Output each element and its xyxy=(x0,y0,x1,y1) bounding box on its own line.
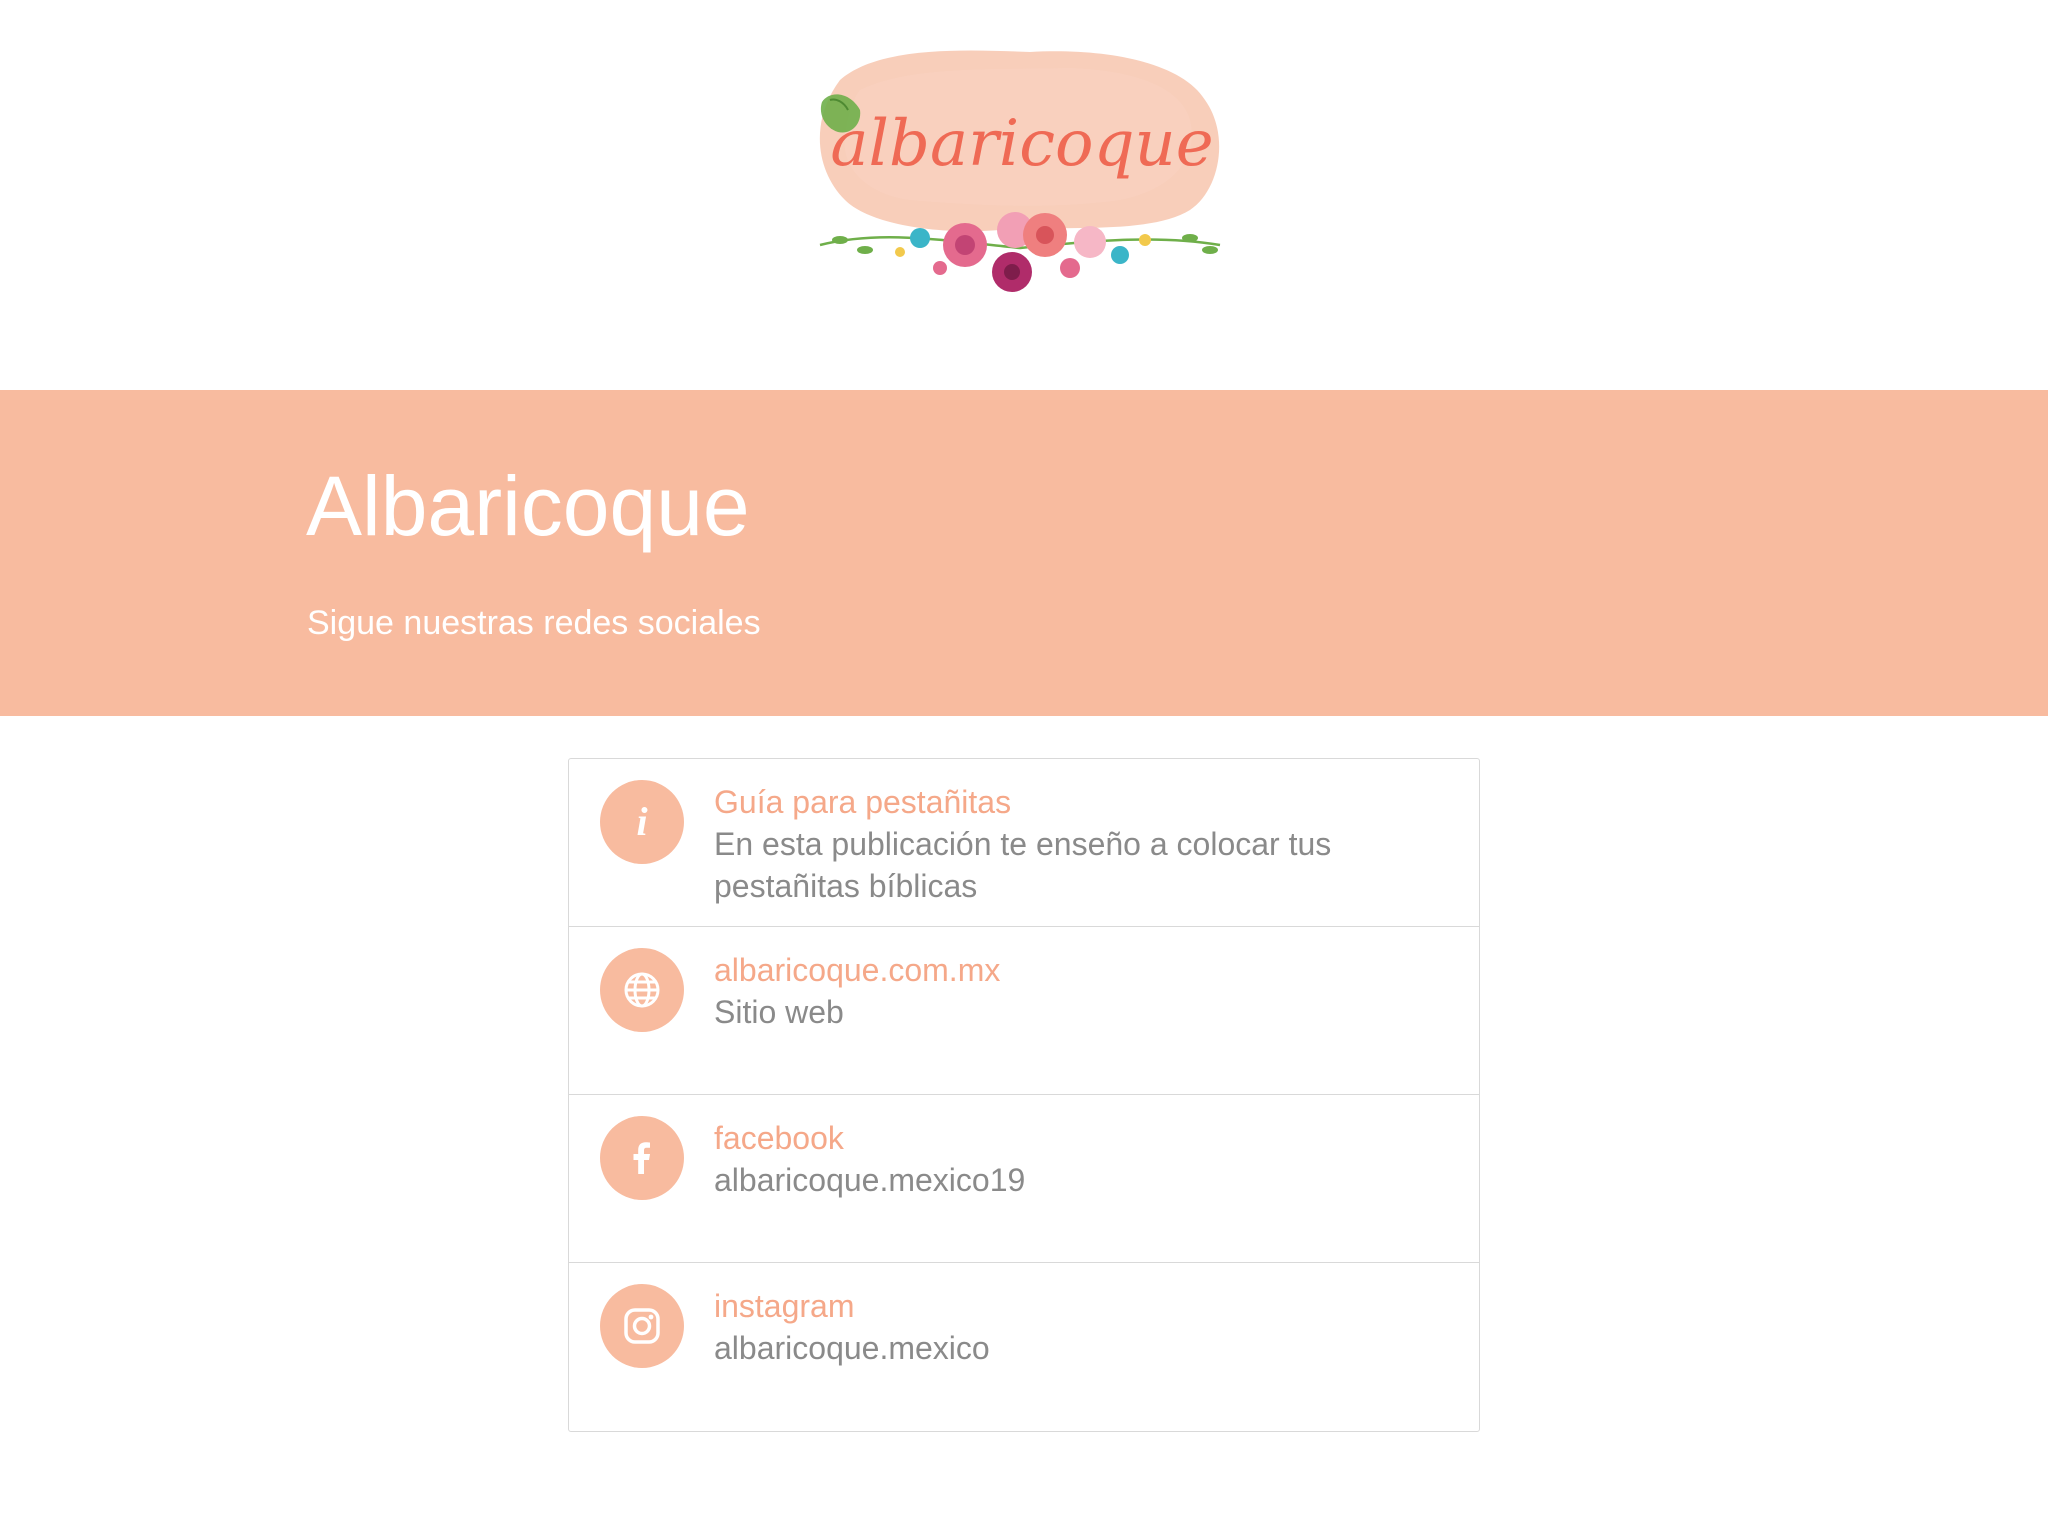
link-description: En esta publicación te enseño a colocar … xyxy=(714,826,1332,904)
page-subtitle: Sigue nuestras redes sociales xyxy=(307,604,761,642)
links-list: i Guía para pestañitas En esta publicaci… xyxy=(568,758,1480,1432)
link-description: albaricoque.mexico19 xyxy=(714,1162,1026,1198)
facebook-icon xyxy=(600,1116,684,1200)
logo-header: albaricoque xyxy=(0,0,2048,390)
link-description: albaricoque.mexico xyxy=(714,1330,990,1366)
link-text: facebook albaricoque.mexico19 xyxy=(714,1117,1439,1201)
link-text: Guía para pestañitas En esta publicación… xyxy=(714,781,1439,907)
link-item-facebook[interactable]: facebook albaricoque.mexico19 xyxy=(569,1095,1479,1263)
link-text: albaricoque.com.mx Sitio web xyxy=(714,949,1439,1033)
link-title[interactable]: instagram xyxy=(714,1285,1439,1327)
logo-image: albaricoque xyxy=(819,50,1221,292)
svg-text:albaricoque: albaricoque xyxy=(830,107,1213,181)
hero-banner: Albaricoque Sigue nuestras redes sociale… xyxy=(0,390,2048,716)
link-item-instagram[interactable]: instagram albaricoque.mexico xyxy=(569,1263,1479,1431)
link-item-website[interactable]: albaricoque.com.mx Sitio web xyxy=(569,927,1479,1095)
page-title: Albaricoque xyxy=(306,459,750,553)
link-title[interactable]: albaricoque.com.mx xyxy=(714,949,1439,991)
instagram-icon xyxy=(600,1284,684,1368)
globe-icon xyxy=(600,948,684,1032)
link-text: instagram albaricoque.mexico xyxy=(714,1285,1439,1369)
albaricoque-logo[interactable]: albaricoque xyxy=(800,40,1240,310)
link-description: Sitio web xyxy=(714,994,844,1030)
link-title[interactable]: Guía para pestañitas xyxy=(714,781,1439,823)
link-item-guia[interactable]: i Guía para pestañitas En esta publicaci… xyxy=(569,759,1479,927)
link-title[interactable]: facebook xyxy=(714,1117,1439,1159)
info-icon: i xyxy=(600,780,684,864)
